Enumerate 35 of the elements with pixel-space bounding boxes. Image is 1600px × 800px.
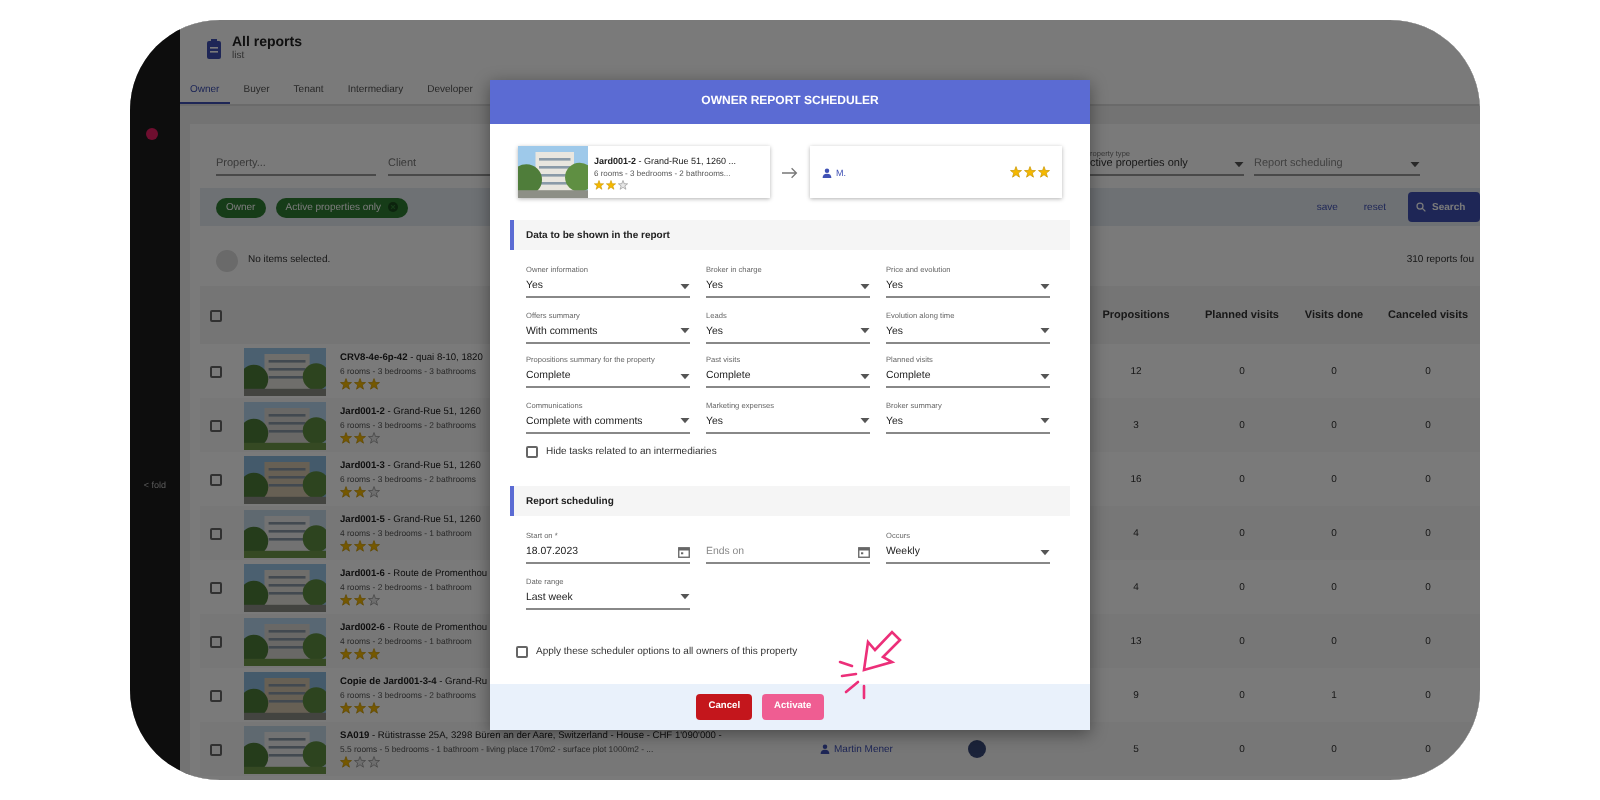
checkbox[interactable] — [210, 689, 222, 701]
caret-icon — [860, 283, 870, 290]
notification-dot — [145, 128, 157, 140]
arrow-icon — [782, 165, 798, 179]
calendar-icon — [858, 546, 870, 559]
checkbox[interactable] — [210, 473, 222, 485]
checkbox[interactable] — [210, 365, 222, 377]
checkbox[interactable] — [210, 527, 222, 539]
caret-icon — [1040, 328, 1050, 335]
checkbox[interactable] — [526, 446, 538, 458]
checkbox[interactable] — [210, 743, 222, 755]
caret-icon — [1410, 161, 1420, 167]
caret-icon — [680, 418, 690, 425]
checkbox[interactable] — [210, 419, 222, 431]
clipboard-icon — [206, 37, 222, 59]
checkbox[interactable] — [210, 309, 222, 321]
person-icon — [822, 167, 832, 177]
search-icon — [1416, 202, 1426, 212]
checkbox[interactable] — [210, 635, 222, 647]
checkbox[interactable] — [210, 581, 222, 593]
caret-icon — [1040, 283, 1050, 290]
caret-icon — [860, 418, 870, 425]
caret-icon — [680, 373, 690, 380]
caret-icon — [680, 594, 690, 601]
calendar-icon — [678, 546, 690, 559]
caret-icon — [680, 283, 690, 290]
caret-icon — [1040, 418, 1050, 425]
caret-icon — [1040, 373, 1050, 380]
person-icon — [820, 744, 830, 754]
caret-icon — [1234, 161, 1244, 167]
caret-icon — [680, 328, 690, 335]
checkbox[interactable] — [516, 646, 528, 658]
caret-icon — [1040, 549, 1050, 556]
caret-icon — [860, 328, 870, 335]
caret-icon — [860, 373, 870, 380]
